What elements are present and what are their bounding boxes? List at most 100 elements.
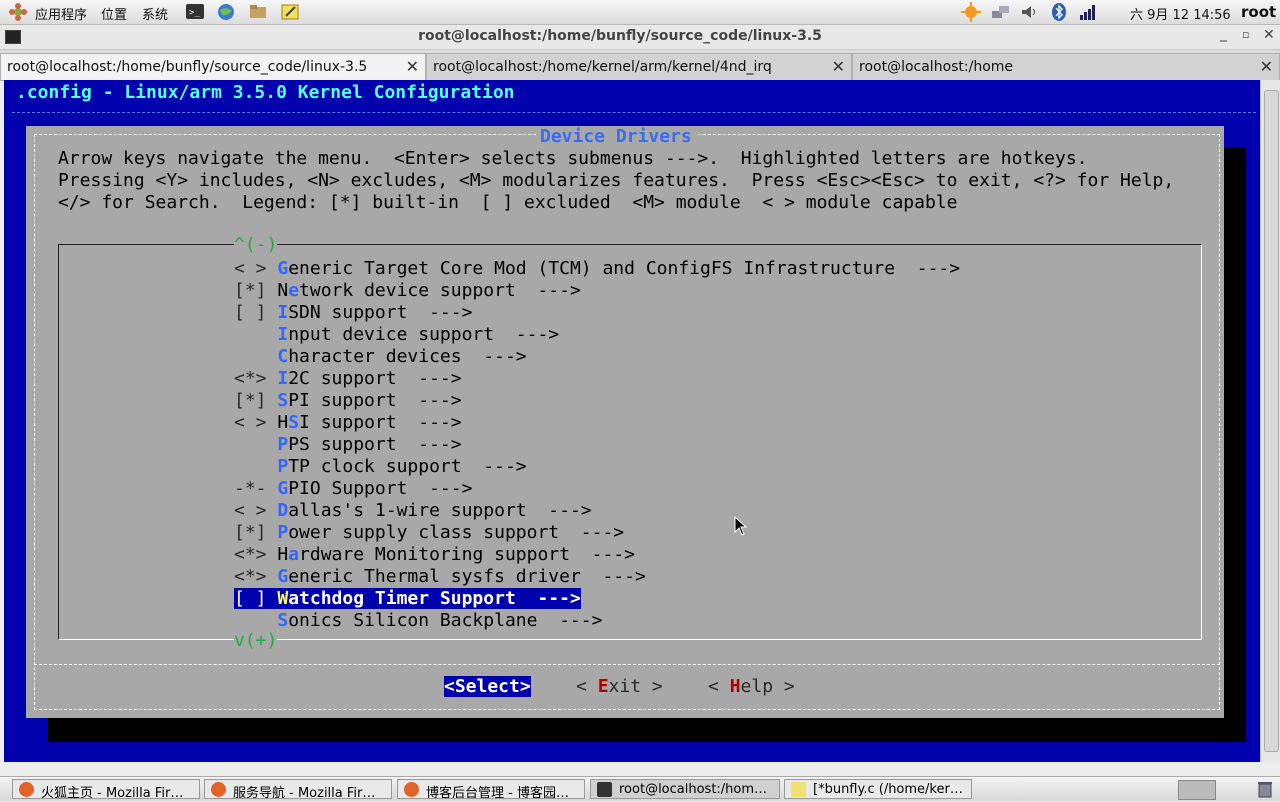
menu-item-state[interactable]: [*] <box>234 280 277 301</box>
close-tab-icon[interactable]: ✕ <box>406 57 419 76</box>
tab-home[interactable]: root@localhost:/home ✕ <box>852 53 1280 80</box>
maximize-icon[interactable]: ▫ <box>1242 28 1249 41</box>
device-drivers-dialog: Device Drivers Arrow keys navigate the m… <box>26 126 1224 718</box>
trash-icon[interactable] <box>1256 780 1276 798</box>
menu-item[interactable]: Character devices ---> <box>234 346 526 367</box>
file-manager-icon[interactable] <box>248 2 268 22</box>
menu-system[interactable]: 系统 <box>142 4 168 23</box>
terminal-icon[interactable]: >_ <box>185 2 205 22</box>
menu-item-text: H <box>277 412 289 433</box>
help-line-3: </> for Search. Legend: [*] built-in [ ]… <box>58 192 958 213</box>
menu-item[interactable]: PPS support ---> <box>234 434 461 455</box>
menu-item-label: nput device support ---> <box>288 324 560 345</box>
close-icon[interactable]: ✕ <box>1263 27 1275 43</box>
menu-item-state[interactable]: < > <box>234 500 277 521</box>
task-firefox-home[interactable]: 火狐主页 - Mozilla Fir… <box>12 779 200 799</box>
select-button[interactable]: <Select> <box>444 676 531 697</box>
menu-item[interactable]: [ ] Watchdog Timer Support ---> <box>234 588 581 609</box>
update-icon[interactable] <box>961 2 981 22</box>
button-rule <box>34 664 1220 665</box>
menu-item-hotkey: G <box>277 478 289 499</box>
terminal-icon <box>597 782 612 797</box>
network-icon[interactable] <box>990 2 1010 22</box>
exit-label: xit > <box>608 676 663 697</box>
menu-item-state[interactable]: [ ] <box>234 302 277 323</box>
menu-item-state[interactable]: <*> <box>234 566 277 587</box>
terminal[interactable]: .config - Linux/arm 3.5.0 Kernel Configu… <box>4 80 1260 762</box>
menu-item-state[interactable] <box>234 346 277 367</box>
task-firefox-blog[interactable]: 博客后台管理 - 博客园… <box>397 779 585 799</box>
tab-label: root@localhost:/home <box>859 59 1014 75</box>
menu-item[interactable]: PTP clock support ---> <box>234 456 526 477</box>
menu-item-hotkey: G <box>277 258 289 279</box>
help-button[interactable]: < Help > <box>708 676 795 697</box>
terminal-scrollbar[interactable] <box>1260 80 1280 762</box>
menu-item[interactable]: < > Dallas's 1-wire support ---> <box>234 500 592 521</box>
window-titlebar[interactable]: root@localhost:/home/bunfly/source_code/… <box>0 25 1280 50</box>
menu-item-hotkey: S <box>277 610 289 631</box>
scroll-down-indicator: v(+) <box>234 630 278 651</box>
menu-item-state[interactable]: <*> <box>234 544 277 565</box>
close-tab-icon[interactable]: ✕ <box>1260 57 1273 76</box>
taskbar: 火狐主页 - Mozilla Fir… 服务导航 - Mozilla Fir… … <box>0 776 1280 801</box>
volume-icon[interactable] <box>1019 2 1039 22</box>
exit-button[interactable]: < Exit > <box>576 676 663 697</box>
menu-item[interactable]: Sonics Silicon Backplane ---> <box>234 610 602 631</box>
tab-4nd-irq[interactable]: root@localhost:/home/kernel/arm/kernel/4… <box>426 53 852 80</box>
firefox-icon <box>19 782 34 797</box>
menu-item-state[interactable] <box>234 610 277 631</box>
menu-places[interactable]: 位置 <box>101 4 127 23</box>
menu-item[interactable]: -*- GPIO Support ---> <box>234 478 472 499</box>
menu-item-hotkey: S <box>277 390 289 411</box>
menu-item-state[interactable] <box>234 434 277 455</box>
task-terminal[interactable]: root@localhost:/hom… <box>590 779 780 799</box>
menu-item[interactable]: Input device support ---> <box>234 324 559 345</box>
tab-label: root@localhost:/home/bunfly/source_code/… <box>7 59 368 75</box>
task-gedit[interactable]: [*bunfly.c (/home/ker… <box>784 779 972 799</box>
task-label: 火狐主页 - Mozilla Fir… <box>41 786 184 799</box>
menu-item[interactable]: <*> Hardware Monitoring support ---> <box>234 544 635 565</box>
user-menu[interactable]: root <box>1241 3 1276 21</box>
menu-item[interactable]: < > Generic Target Core Mod (TCM) and Co… <box>234 258 960 279</box>
menu-item[interactable]: [ ] ISDN support ---> <box>234 302 472 323</box>
menu-item[interactable]: <*> Generic Thermal sysfs driver ---> <box>234 566 646 587</box>
scroll-up-indicator: ^(-) <box>234 234 278 255</box>
menu-item-state[interactable]: [*] <box>234 390 277 411</box>
minimize-icon[interactable]: _ <box>1220 26 1227 42</box>
menu-item-state[interactable]: [*] <box>234 522 277 543</box>
signal-icon[interactable] <box>1078 2 1098 22</box>
menu-item-label: rdware Monitoring support ---> <box>299 544 635 565</box>
text-editor-icon <box>791 782 806 797</box>
menu-item-label: PI support ---> <box>288 390 462 411</box>
task-firefox-nav[interactable]: 服务导航 - Mozilla Fir… <box>204 779 392 799</box>
firefox-icon <box>211 782 226 797</box>
menu-applications[interactable]: 应用程序 <box>35 4 87 23</box>
help-line-2: Pressing <Y> includes, <N> excludes, <M>… <box>58 170 1175 191</box>
menu-item[interactable]: <*> I2C support ---> <box>234 368 462 389</box>
menu-item-state[interactable]: < > <box>234 412 277 433</box>
menu-item[interactable]: [*] SPI support ---> <box>234 390 462 411</box>
menu-item-state[interactable]: <*> <box>234 368 277 389</box>
window-title: root@localhost:/home/bunfly/source_code/… <box>418 28 822 44</box>
menu-item[interactable]: [*] Network device support ---> <box>234 280 581 301</box>
menu-item-state[interactable] <box>234 456 277 477</box>
close-tab-icon[interactable]: ✕ <box>832 57 845 76</box>
foot-logo-icon[interactable] <box>8 2 28 22</box>
menu-item-hotkey: P <box>277 456 289 477</box>
menu-item[interactable]: [*] Power supply class support ---> <box>234 522 624 543</box>
tab-linux-3-5[interactable]: root@localhost:/home/bunfly/source_code/… <box>0 53 426 80</box>
browser-icon[interactable] <box>216 2 236 22</box>
menu-item-state[interactable] <box>234 324 277 345</box>
bluetooth-icon[interactable] <box>1049 2 1069 22</box>
menu-item[interactable]: < > HSI support ---> <box>234 412 462 433</box>
text-editor-icon[interactable] <box>280 2 300 22</box>
menu-item-state[interactable]: [ ] <box>234 588 277 609</box>
menu-item-state[interactable]: < > <box>234 258 277 279</box>
svg-text:>_: >_ <box>189 8 200 18</box>
clock[interactable]: 六 9月 12 14:56 <box>1130 4 1231 23</box>
workspace-switcher[interactable] <box>1178 780 1216 800</box>
scrollbar-thumb[interactable] <box>1264 90 1279 752</box>
menu-item-state[interactable]: -*- <box>234 478 277 499</box>
help-label: elp > <box>740 676 795 697</box>
menu-item-label: SDN support ---> <box>288 302 473 323</box>
